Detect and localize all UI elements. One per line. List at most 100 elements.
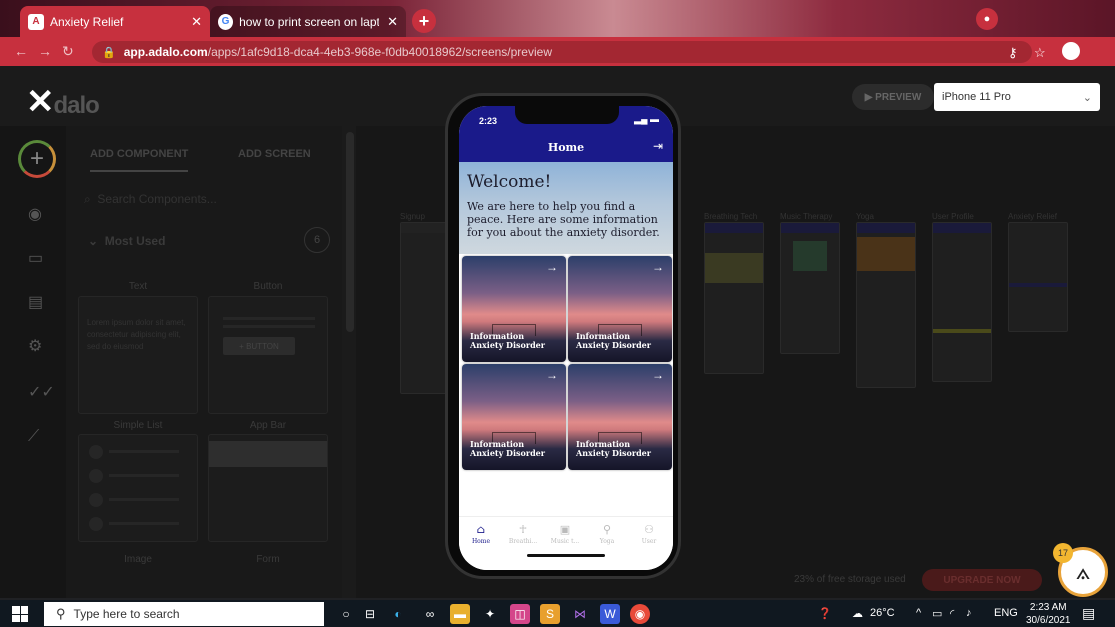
screen-thumbnail[interactable] xyxy=(704,222,764,374)
clock[interactable]: 2:23 AM 30/6/2021 xyxy=(1026,602,1071,627)
chevron-down-icon: ⌄ xyxy=(1082,91,1092,104)
back-icon[interactable]: ← xyxy=(14,43,28,59)
screens-icon[interactable]: ▭ xyxy=(28,248,43,268)
search-placeholder: Search Components... xyxy=(97,192,217,206)
device-select[interactable]: iPhone 11 Pro ⌄ xyxy=(934,83,1100,111)
url-host: app.adalo.com xyxy=(123,45,208,59)
component-label: Form xyxy=(256,554,280,565)
preview-button[interactable]: ▶ PREVIEW xyxy=(852,84,934,110)
search-icon: ⌕ xyxy=(84,192,91,206)
info-card[interactable]: → Information Anxiety Disorder xyxy=(568,256,672,362)
key-icon[interactable]: ⚷ xyxy=(1008,45,1018,61)
info-card[interactable]: → Information Anxiety Disorder xyxy=(462,364,566,470)
card-caption: Information Anxiety Disorder xyxy=(576,331,651,351)
adalo-logo[interactable]: ✕dalo xyxy=(26,82,100,122)
cortana-icon[interactable]: ○ xyxy=(336,604,356,624)
component-text-card[interactable]: Lorem ipsum dolor sit amet, consectetur … xyxy=(78,296,198,414)
app-icon[interactable]: ◫ xyxy=(510,604,530,624)
edge-icon[interactable]: ◐ xyxy=(388,604,408,624)
database-icon[interactable]: ▤ xyxy=(28,292,43,312)
dropbox-icon[interactable]: ✦ xyxy=(480,604,500,624)
panel-scrollbar[interactable] xyxy=(346,132,354,332)
notification-icon[interactable]: ▤ xyxy=(1082,605,1095,622)
gear-icon[interactable]: ⚙ xyxy=(28,336,42,356)
tray-chevron-icon[interactable]: ^ xyxy=(916,607,921,619)
weather-icon: ☁ xyxy=(852,608,863,620)
logo-x: ✕ xyxy=(26,83,54,121)
card-caption: Information Anxiety Disorder xyxy=(576,439,651,459)
component-simple-list-card[interactable] xyxy=(78,434,198,542)
url-path: /apps/1afc9d18-dca4-4eb3-968e-f0db400189… xyxy=(207,45,552,59)
tab-music[interactable]: ▣ Music t... xyxy=(545,523,585,545)
button-preview: + BUTTON xyxy=(223,337,295,355)
app-bar-title: Home xyxy=(547,141,585,154)
profile-avatar[interactable] xyxy=(1062,42,1080,60)
star-icon[interactable]: ☆ xyxy=(1034,45,1046,61)
analytics-icon[interactable]: ⟋ xyxy=(28,428,39,446)
storage-usage-text: 23% of free storage used xyxy=(794,574,906,585)
chrome-icon[interactable]: ◉ xyxy=(630,604,650,624)
file-explorer-icon[interactable]: ▬ xyxy=(450,604,470,624)
publish-icon[interactable]: ✓✓ xyxy=(28,382,55,402)
component-label: App Bar xyxy=(249,420,287,431)
weather-temp[interactable]: 26°C xyxy=(870,607,895,619)
volume-icon[interactable]: ♪ xyxy=(966,607,972,619)
screen-thumbnail[interactable] xyxy=(932,222,992,382)
component-panel: ADD COMPONENT ADD SCREEN ⌕ Search Compon… xyxy=(66,126,342,598)
wifi-icon[interactable]: ◜ xyxy=(950,607,954,620)
visual-studio-icon[interactable]: ⋈ xyxy=(570,604,590,624)
tab-yoga[interactable]: ⚲ Yoga xyxy=(587,523,627,545)
adalo-favicon-icon: A xyxy=(28,13,44,30)
infinity-app-icon[interactable]: ∞ xyxy=(420,604,440,624)
screen-label: Anxiety Relief xyxy=(1008,212,1057,221)
task-view-icon[interactable]: ⊟ xyxy=(360,604,380,624)
info-card[interactable]: → Information Anxiety Disorder xyxy=(462,256,566,362)
taskbar-search[interactable]: ⚲ Type here to search xyxy=(44,602,324,626)
language-indicator[interactable]: ENG xyxy=(994,607,1018,619)
tab-home[interactable]: ⌂ Home xyxy=(461,523,501,545)
component-search[interactable]: ⌕ Search Components... xyxy=(84,192,217,207)
network-icon[interactable]: ▭ xyxy=(932,607,942,620)
sublime-icon[interactable]: S xyxy=(540,604,560,624)
bottom-tab-bar: ⌂ Home ☥ Breathi... ▣ Music t... ⚲ Yoga ⚇ Use… xyxy=(459,516,673,570)
add-component-button[interactable]: + xyxy=(18,140,56,178)
tab-google-search[interactable]: G how to print screen on laptop - G ✕ xyxy=(210,6,406,37)
intro-text: We are here to help you find a peace. He… xyxy=(467,200,660,240)
close-icon[interactable]: ✕ xyxy=(379,14,398,30)
address-bar[interactable]: 🔒 app.adalo.com /apps/1afc9d18-dca4-4eb3… xyxy=(92,41,1032,63)
clock-date: 30/6/2021 xyxy=(1026,614,1071,626)
word-icon[interactable]: W xyxy=(600,604,620,624)
screen-thumbnail[interactable] xyxy=(1008,222,1068,332)
tab-add-screen[interactable]: ADD SCREEN xyxy=(238,148,311,160)
reload-icon[interactable]: ↻ xyxy=(62,43,74,60)
close-icon[interactable]: ✕ xyxy=(183,14,202,30)
screen-label: Yoga xyxy=(856,212,874,221)
component-label: Button xyxy=(253,281,283,292)
users-icon: ⚇ xyxy=(644,523,654,536)
help-tray-icon[interactable]: ❓ xyxy=(818,607,832,620)
tab-user[interactable]: ⚇ User xyxy=(629,523,669,545)
tab-breathing[interactable]: ☥ Breathi... xyxy=(503,523,543,545)
upgrade-button[interactable]: UPGRADE NOW xyxy=(922,569,1042,591)
palette-icon[interactable]: ◉ xyxy=(28,204,42,224)
preview-label: PREVIEW xyxy=(875,91,922,103)
screen-thumbnail[interactable] xyxy=(780,222,840,354)
tab-search-icon[interactable]: ● xyxy=(976,8,998,30)
help-badge: 17 xyxy=(1053,543,1073,563)
logout-icon[interactable]: ⇥ xyxy=(653,139,663,153)
new-tab-button[interactable]: + xyxy=(412,9,436,33)
taskbar-search-placeholder: Type here to search xyxy=(73,607,180,621)
section-count-badge: 6 xyxy=(304,227,330,253)
component-button-card[interactable]: + BUTTON xyxy=(208,296,328,414)
info-card[interactable]: → Information Anxiety Disorder xyxy=(568,364,672,470)
forward-icon[interactable]: → xyxy=(38,43,52,59)
component-label: Simple List xyxy=(113,420,163,431)
component-label: Image xyxy=(124,554,152,565)
windows-start-icon[interactable] xyxy=(12,606,28,622)
phone-notch xyxy=(515,106,619,124)
tab-add-component[interactable]: ADD COMPONENT xyxy=(90,148,189,172)
section-header[interactable]: ⌄ Most Used xyxy=(88,234,165,248)
tab-anxiety-relief[interactable]: A Anxiety Relief ✕ xyxy=(20,6,210,37)
screen-thumbnail[interactable] xyxy=(856,222,916,388)
component-app-bar-card[interactable] xyxy=(208,434,328,542)
